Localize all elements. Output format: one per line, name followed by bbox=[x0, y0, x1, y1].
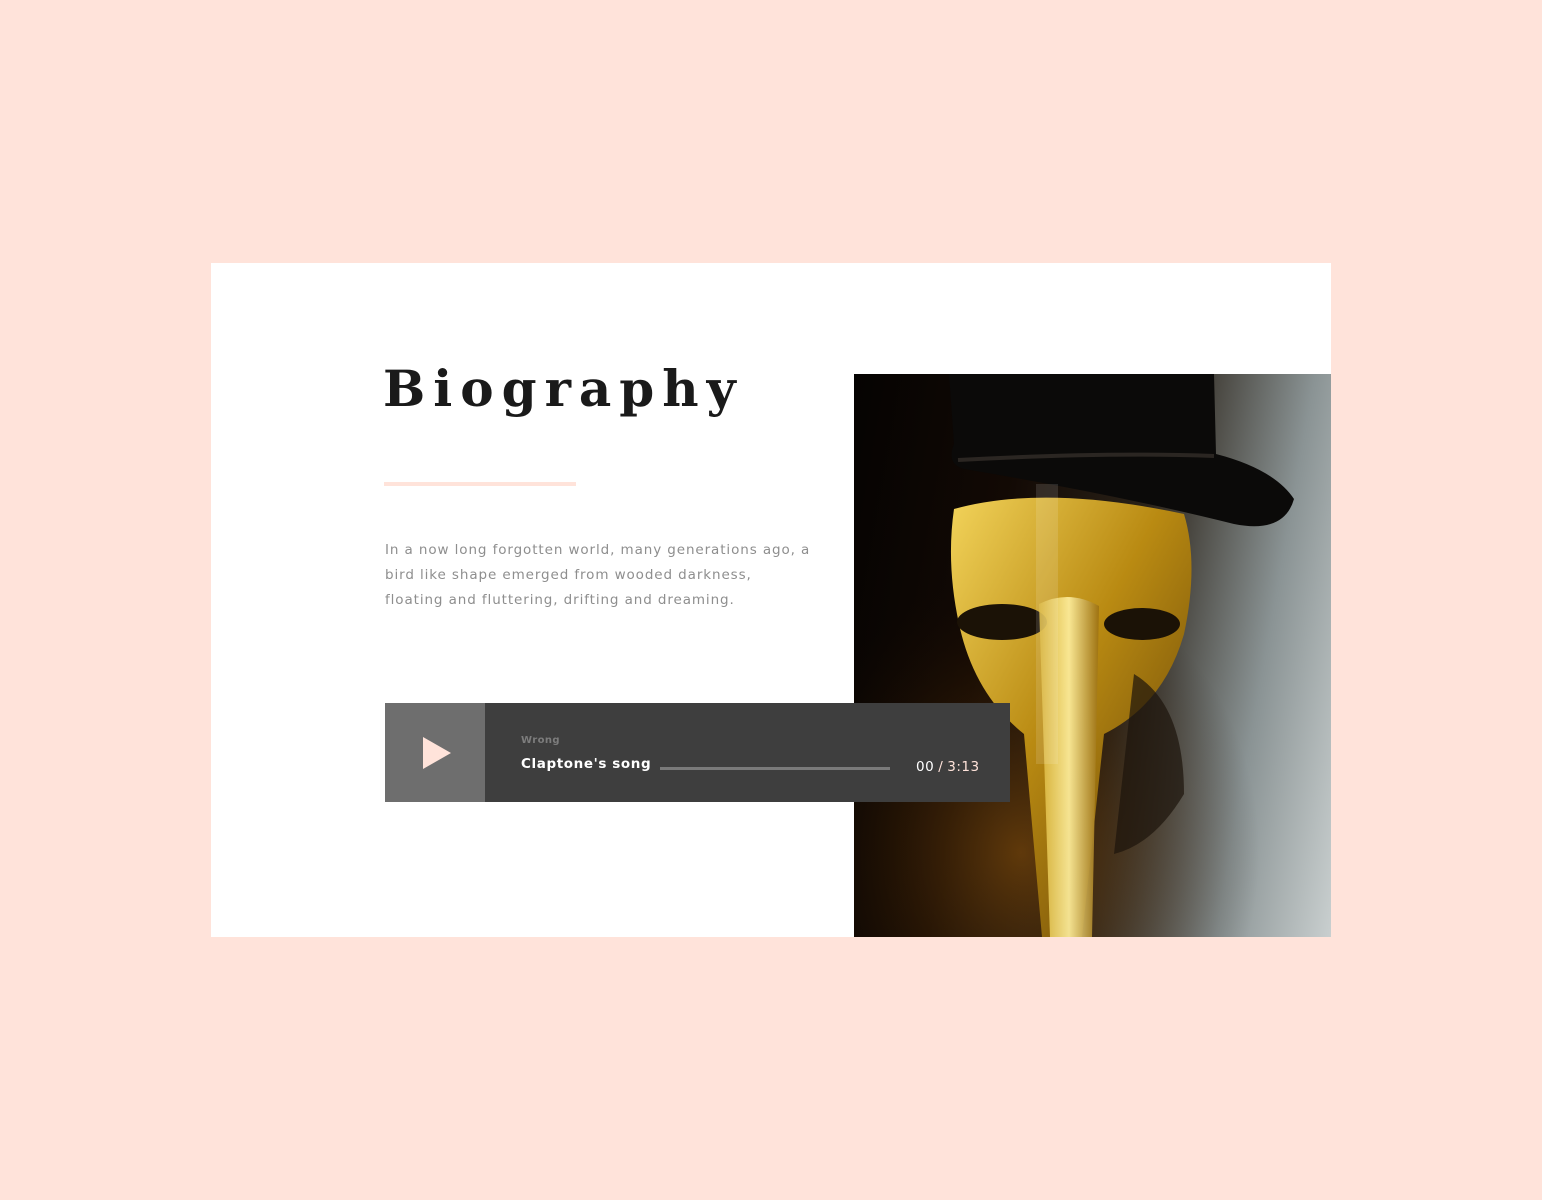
biography-text: In a now long forgotten world, many gene… bbox=[385, 542, 811, 608]
title-divider bbox=[384, 482, 576, 486]
page-title: Biography bbox=[383, 359, 744, 418]
masked-figure-illustration bbox=[854, 374, 1331, 937]
play-icon bbox=[423, 737, 451, 769]
track-title: Claptone's song bbox=[521, 756, 652, 772]
time-display: 00/3:13 bbox=[916, 759, 980, 775]
current-time: 00 bbox=[916, 759, 935, 775]
audio-player: Wrong Claptone's song 00/3:13 bbox=[385, 703, 1010, 802]
progress-bar[interactable] bbox=[660, 767, 890, 770]
play-button[interactable] bbox=[385, 703, 485, 802]
biography-card: Biography In a now long forgotten world,… bbox=[211, 263, 1331, 937]
total-time: 3:13 bbox=[947, 759, 980, 775]
time-separator: / bbox=[938, 759, 944, 775]
track-artist: Wrong bbox=[521, 735, 560, 746]
artist-photo bbox=[854, 374, 1331, 937]
